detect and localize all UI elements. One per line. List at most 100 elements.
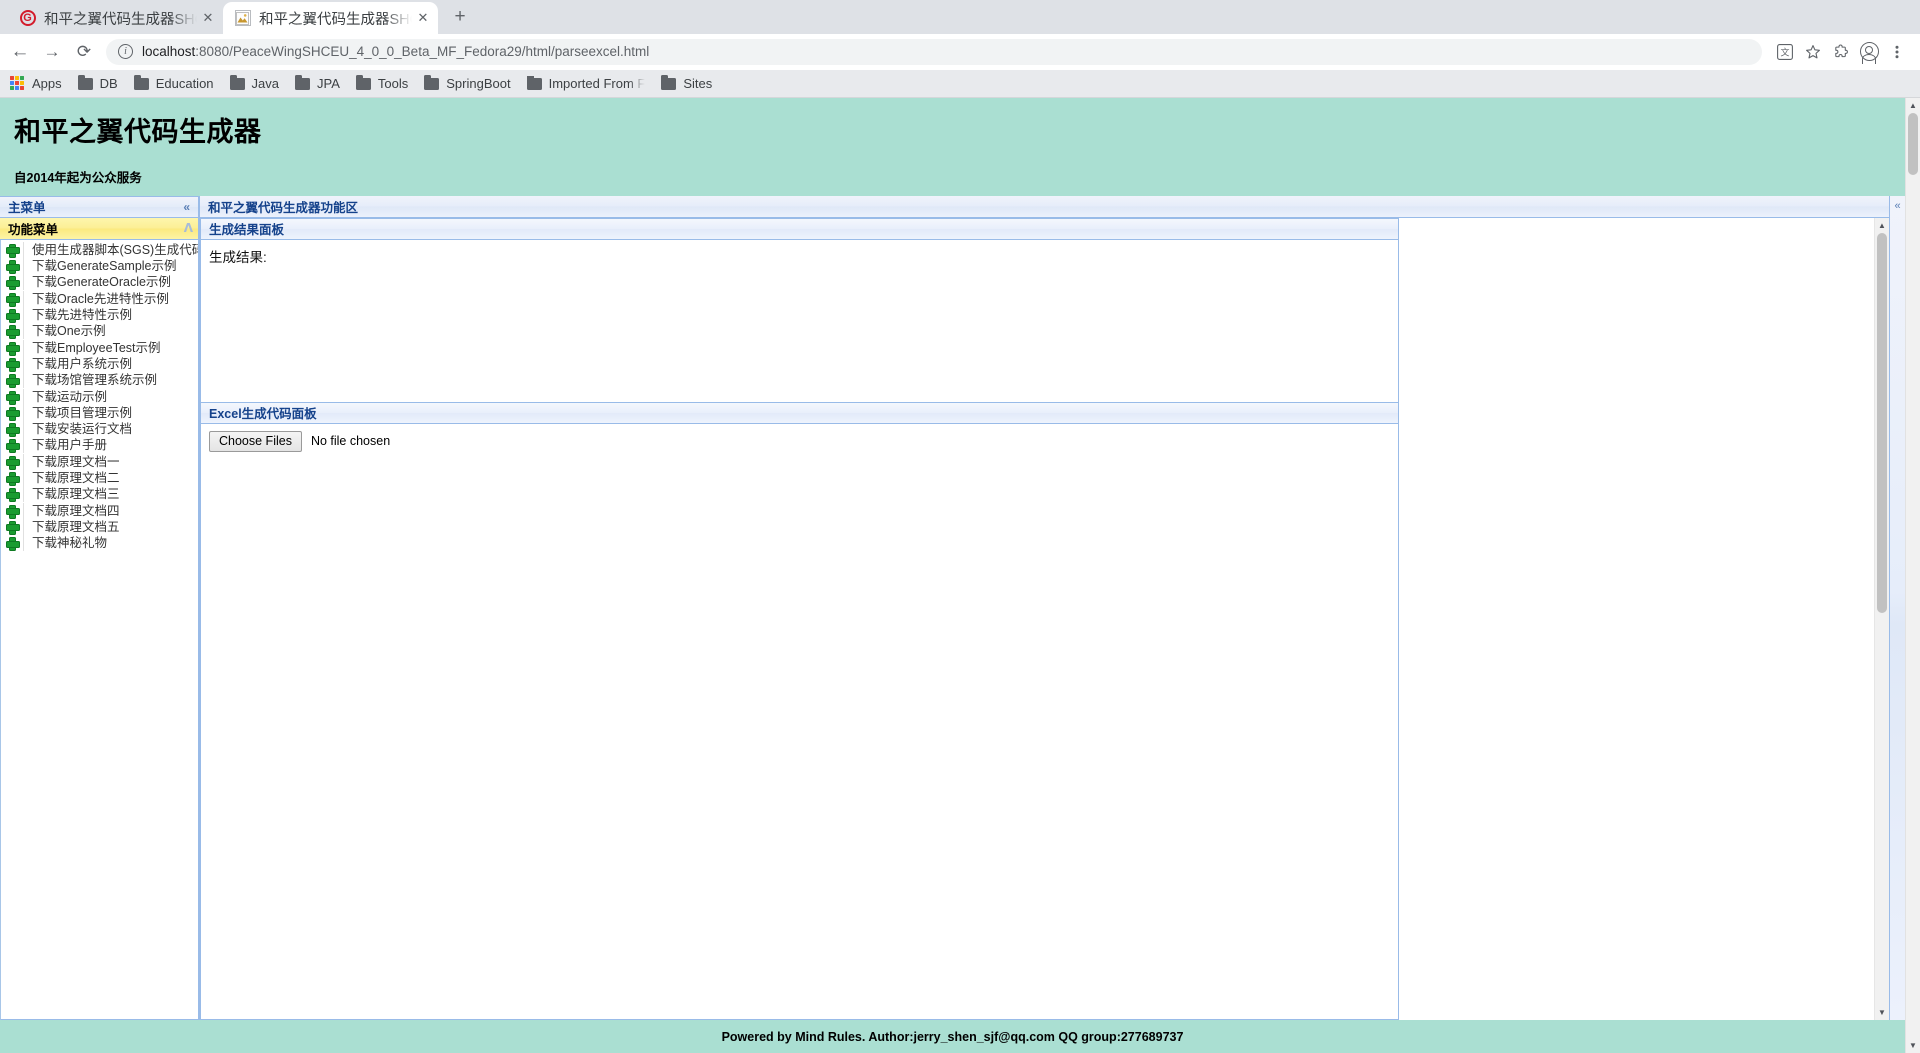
- menu-item-label: 下载运动示例: [23, 388, 107, 405]
- plus-icon: [5, 276, 20, 291]
- menu-item-label: 下载One示例: [23, 323, 106, 340]
- bookmark-apps[interactable]: Apps: [10, 76, 62, 91]
- page-scroll-track[interactable]: [1906, 113, 1920, 1038]
- menu-item-label: 下载原理文档五: [23, 518, 120, 535]
- bookmarks-bar: Apps DB Education Java JPA Tools SpringB…: [0, 70, 1920, 98]
- chevron-up-icon[interactable]: ᐱ: [184, 221, 193, 235]
- bookmark-label: Apps: [32, 76, 62, 91]
- form-column: 生成结果面板 生成结果: Excel生成代码面板 Choose Files No…: [200, 217, 1400, 1020]
- menu-item-employee-test[interactable]: 下载EmployeeTest示例: [1, 339, 198, 356]
- scroll-thumb[interactable]: [1877, 232, 1887, 613]
- bookmark-springboot[interactable]: SpringBoot: [424, 74, 511, 91]
- bookmark-label: JPA: [317, 76, 340, 91]
- center-body: 生成结果面板 生成结果: Excel生成代码面板 Choose Files No…: [200, 217, 1889, 1020]
- menu-item-sgs[interactable]: 使用生成器脚本(SGS)生成代码: [1, 241, 198, 258]
- address-bar-url: localhost:8080/PeaceWingSHCEU_4_0_0_Beta…: [142, 44, 649, 59]
- bookmark-java[interactable]: Java: [229, 74, 279, 91]
- plus-icon: [5, 537, 20, 552]
- browser-window: G 和平之翼代码生成器SHCE ✕ 和平之翼代码生成器SHCE ✕ + ← →: [0, 0, 1920, 1053]
- collapse-west-icon[interactable]: «: [180, 200, 193, 214]
- translate-icon[interactable]: 文: [1772, 39, 1798, 65]
- tab-close-icon[interactable]: ✕: [199, 9, 217, 27]
- page-scroll-down-icon[interactable]: ▼: [1906, 1038, 1920, 1053]
- choose-files-button[interactable]: Choose Files: [209, 430, 302, 452]
- plus-icon: [5, 357, 20, 372]
- page-info-icon[interactable]: i: [118, 44, 133, 59]
- extension-puzzle-icon[interactable]: [1828, 39, 1854, 65]
- plus-icon: [5, 472, 20, 487]
- page-scroll-thumb[interactable]: [1908, 113, 1918, 175]
- folder-icon: [526, 74, 542, 90]
- plus-icon: [5, 243, 20, 258]
- bookmark-jpa[interactable]: JPA: [295, 74, 340, 91]
- menu-item-principle-doc-2[interactable]: 下载原理文档二: [1, 470, 198, 487]
- bookmark-imported-from[interactable]: Imported From F: [526, 74, 645, 91]
- menu-item-label: 下载用户系统示例: [23, 355, 132, 372]
- east-region-collapse[interactable]: «: [1889, 195, 1905, 1020]
- bookmark-db[interactable]: DB: [77, 74, 118, 91]
- folder-icon: [661, 74, 677, 90]
- page-scrollbar[interactable]: ▲ ▼: [1905, 98, 1920, 1053]
- plus-icon: [5, 439, 20, 454]
- folder-icon: [295, 74, 310, 90]
- bookmark-sites[interactable]: Sites: [661, 74, 712, 91]
- menu-item-label: 下载安装运行文档: [23, 421, 132, 438]
- menu-item-mystery-gift[interactable]: 下载神秘礼物: [1, 535, 198, 552]
- excel-panel-title: Excel生成代码面板: [209, 407, 317, 422]
- forward-icon[interactable]: →: [38, 38, 66, 66]
- bookmark-tools[interactable]: Tools: [355, 74, 408, 91]
- reload-icon[interactable]: ⟳: [70, 38, 98, 66]
- menu-item-advanced[interactable]: 下载先进特性示例: [1, 307, 198, 324]
- plus-icon: [5, 455, 20, 470]
- menu-item-label: 下载原理文档一: [23, 453, 120, 470]
- menu-item-principle-doc-3[interactable]: 下载原理文档三: [1, 486, 198, 503]
- menu-item-label: 下载EmployeeTest示例: [23, 339, 161, 356]
- browser-tab-1[interactable]: G 和平之翼代码生成器SHCE ✕: [8, 2, 223, 34]
- plus-icon: [5, 260, 20, 275]
- page-scroll-up-icon[interactable]: ▲: [1906, 98, 1920, 113]
- menu-item-venue-system[interactable]: 下载场馆管理系统示例: [1, 372, 198, 389]
- new-tab-button[interactable]: +: [445, 2, 475, 32]
- menu-item-user-manual[interactable]: 下载用户手册: [1, 437, 198, 454]
- function-menu-title: 功能菜单: [8, 222, 59, 237]
- bookmark-star-icon[interactable]: [1800, 39, 1826, 65]
- result-label: 生成结果:: [209, 249, 267, 265]
- tab-close-icon[interactable]: ✕: [414, 9, 432, 27]
- folder-icon: [133, 74, 149, 90]
- result-panel-body: 生成结果:: [201, 239, 1398, 402]
- menu-item-user-system[interactable]: 下载用户系统示例: [1, 355, 198, 372]
- bookmark-education[interactable]: Education: [133, 74, 214, 91]
- menu-item-label: 下载项目管理示例: [23, 404, 132, 421]
- address-bar[interactable]: i localhost:8080/PeaceWingSHCEU_4_0_0_Be…: [106, 38, 1762, 65]
- menu-item-label: 下载用户手册: [23, 437, 107, 454]
- center-spacer: [1400, 217, 1874, 1020]
- menu-item-generate-oracle[interactable]: 下载GenerateOracle示例: [1, 274, 198, 291]
- url-host: localhost: [142, 44, 196, 59]
- page-viewport: 和平之翼代码生成器 自2014年起为公众服务 主菜单 « 功能菜单 ᐱ 使用生成…: [0, 98, 1920, 1053]
- menu-item-project-management[interactable]: 下载项目管理示例: [1, 404, 198, 421]
- collapse-east-icon[interactable]: «: [1894, 200, 1900, 212]
- menu-item-label: 下载原理文档二: [23, 470, 120, 487]
- profile-avatar-icon[interactable]: [1856, 39, 1882, 65]
- menu-item-label: 下载场馆管理系统示例: [23, 372, 157, 389]
- scroll-up-icon[interactable]: ▲: [1875, 217, 1889, 233]
- menu-item-principle-doc-1[interactable]: 下载原理文档一: [1, 453, 198, 470]
- folder-icon: [424, 74, 440, 90]
- chrome-menu-icon[interactable]: [1884, 39, 1910, 65]
- scroll-down-icon[interactable]: ▼: [1875, 1005, 1889, 1020]
- scroll-track[interactable]: [1875, 232, 1889, 1005]
- menu-item-principle-doc-4[interactable]: 下载原理文档四: [1, 502, 198, 519]
- menu-item-install-doc[interactable]: 下载安装运行文档: [1, 421, 198, 438]
- menu-item-oracle-advanced[interactable]: 下载Oracle先进特性示例: [1, 290, 198, 307]
- menu-item-sports[interactable]: 下载运动示例: [1, 388, 198, 405]
- plus-icon: [5, 390, 20, 405]
- plus-icon: [5, 341, 20, 356]
- back-icon[interactable]: ←: [6, 38, 34, 66]
- center-scrollbar[interactable]: ▲ ▼: [1874, 217, 1889, 1020]
- plus-icon: [5, 488, 20, 503]
- menu-item-generate-sample[interactable]: 下载GenerateSample示例: [1, 258, 198, 275]
- browser-tab-2[interactable]: 和平之翼代码生成器SHCE ✕: [223, 2, 438, 34]
- menu-item-principle-doc-5[interactable]: 下载原理文档五: [1, 518, 198, 535]
- menu-item-one[interactable]: 下载One示例: [1, 323, 198, 340]
- function-menu-header[interactable]: 功能菜单 ᐱ: [0, 217, 199, 240]
